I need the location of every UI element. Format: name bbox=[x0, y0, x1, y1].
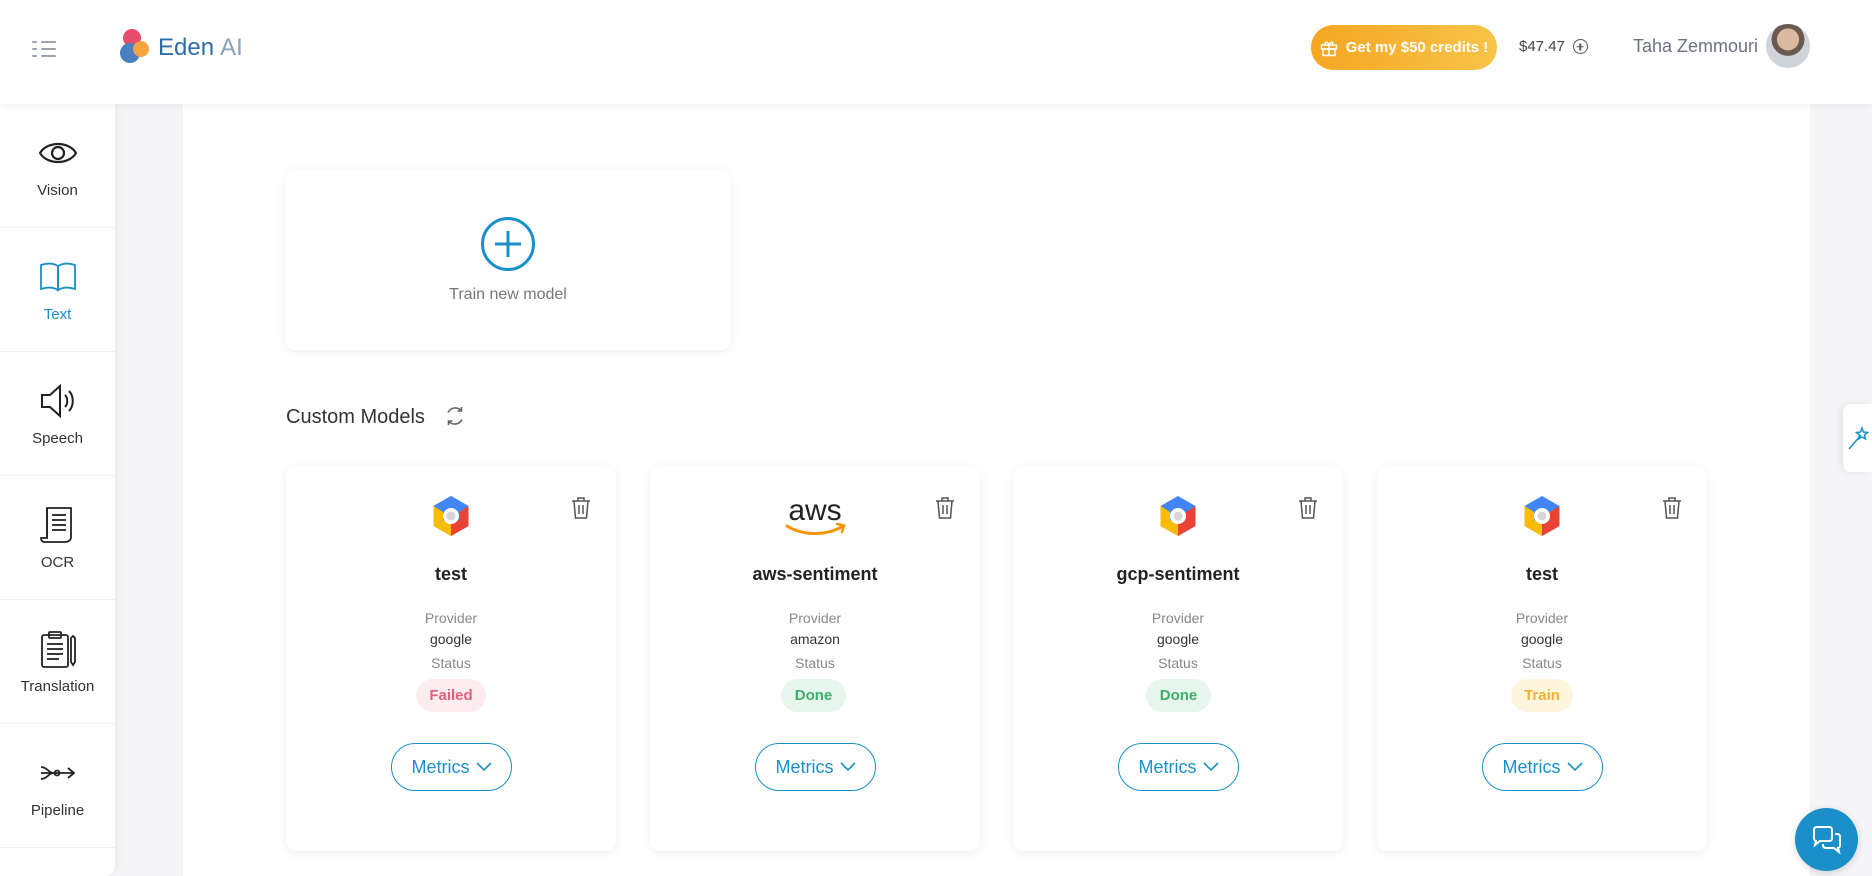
sidebar-item-text[interactable]: Text bbox=[0, 228, 115, 352]
plus-circle-icon bbox=[481, 217, 535, 271]
metrics-button[interactable]: Metrics bbox=[755, 743, 876, 791]
sidebar-item-label: Speech bbox=[32, 430, 83, 447]
top-header: Eden AI Get my $50 credits ! $47.47 Taha … bbox=[0, 0, 1872, 104]
custom-models-title: Custom Models bbox=[286, 406, 425, 428]
logo-suffix: AI bbox=[220, 34, 243, 61]
metrics-label: Metrics bbox=[411, 756, 470, 777]
menu-toggle-icon[interactable] bbox=[32, 38, 60, 60]
eye-icon bbox=[38, 142, 77, 164]
provider-value: google bbox=[429, 631, 473, 647]
model-card: aws aws-sentiment Provider amazon Status… bbox=[650, 466, 980, 851]
provider-label: Provider bbox=[788, 610, 842, 626]
status-label: Status bbox=[1522, 655, 1562, 671]
delete-icon[interactable] bbox=[1662, 496, 1682, 520]
add-credits-icon[interactable] bbox=[1572, 39, 1588, 54]
sidebar-item-label: Translation bbox=[20, 678, 95, 695]
provider-value: google bbox=[1520, 631, 1564, 647]
refresh-icon[interactable] bbox=[443, 404, 467, 428]
balance-display: $47.47 bbox=[1519, 38, 1588, 55]
magic-wand-tab[interactable] bbox=[1843, 404, 1872, 472]
model-name: gcp-sentiment bbox=[1116, 564, 1240, 584]
provider-value: amazon bbox=[790, 631, 840, 647]
status-label: Status bbox=[1158, 655, 1198, 671]
get-credits-label: Get my $50 credits ! bbox=[1345, 39, 1489, 56]
avatar[interactable] bbox=[1766, 24, 1810, 68]
book-icon bbox=[39, 262, 76, 292]
train-new-model-label: Train new model bbox=[449, 286, 567, 303]
metrics-label: Metrics bbox=[1138, 756, 1197, 777]
delete-icon[interactable] bbox=[935, 496, 955, 520]
chat-button[interactable] bbox=[1795, 808, 1858, 871]
sidebar-item-pipeline[interactable]: Pipeline bbox=[0, 724, 115, 848]
speaker-icon bbox=[40, 383, 74, 419]
sidebar-item-speech[interactable]: Speech bbox=[0, 352, 115, 476]
status-badge: Train bbox=[1511, 679, 1573, 712]
metrics-button[interactable]: Metrics bbox=[391, 743, 512, 791]
chevron-down-icon bbox=[1202, 762, 1219, 772]
sidebar-item-label: OCR bbox=[40, 554, 75, 571]
delete-icon[interactable] bbox=[1298, 496, 1318, 520]
clipboard-icon bbox=[40, 631, 76, 668]
eden-ai-logo[interactable]: Eden AI bbox=[120, 28, 243, 68]
sidebar-item-label: Pipeline bbox=[30, 802, 85, 819]
status-label: Status bbox=[795, 655, 835, 671]
aws-logo-text: aws bbox=[788, 494, 841, 527]
logo-text: Eden bbox=[158, 34, 215, 61]
model-name: aws-sentiment bbox=[752, 564, 878, 584]
status-badge: Done bbox=[1146, 679, 1211, 712]
chevron-down-icon bbox=[1566, 762, 1583, 772]
metrics-button[interactable]: Metrics bbox=[1118, 743, 1239, 791]
chevron-down-icon bbox=[475, 762, 492, 772]
pipeline-icon bbox=[40, 766, 75, 780]
google-cloud-icon bbox=[433, 496, 469, 536]
metrics-label: Metrics bbox=[1502, 756, 1561, 777]
sidebar-item-label: Text bbox=[43, 306, 72, 323]
magic-wand-icon bbox=[1847, 425, 1869, 450]
user-name[interactable]: Taha Zemmouri bbox=[1633, 36, 1758, 57]
scroll-icon bbox=[39, 507, 72, 543]
sidebar-item-ocr[interactable]: OCR bbox=[0, 476, 115, 600]
model-name: test bbox=[434, 564, 467, 584]
provider-label: Provider bbox=[1151, 610, 1205, 626]
train-new-model-card[interactable] bbox=[285, 169, 731, 350]
model-card: gcp-sentiment Provider google Status Don… bbox=[1013, 466, 1343, 851]
delete-icon[interactable] bbox=[571, 496, 591, 520]
sidebar-item-translation[interactable]: Translation bbox=[0, 600, 115, 724]
balance-value: $47.47 bbox=[1519, 38, 1565, 55]
provider-label: Provider bbox=[424, 610, 478, 626]
model-card: test Provider google Status Train Metric… bbox=[1377, 466, 1707, 851]
aws-logo-icon: aws bbox=[785, 494, 846, 535]
status-label: Status bbox=[431, 655, 471, 671]
sidebar-item-vision[interactable]: Vision bbox=[0, 104, 115, 228]
status-badge: Failed bbox=[416, 679, 486, 712]
provider-value: google bbox=[1156, 631, 1200, 647]
eden-logo-icon bbox=[120, 29, 152, 67]
metrics-button[interactable]: Metrics bbox=[1482, 743, 1603, 791]
status-badge: Done bbox=[781, 679, 846, 712]
chat-icon bbox=[1812, 825, 1841, 855]
model-name: test bbox=[1525, 564, 1558, 584]
sidebar-item-label: Vision bbox=[37, 182, 78, 199]
gift-icon bbox=[1320, 40, 1337, 56]
get-credits-button[interactable]: Get my $50 credits ! bbox=[1311, 25, 1497, 70]
chevron-down-icon bbox=[839, 762, 856, 772]
google-cloud-icon bbox=[1524, 496, 1560, 536]
provider-label: Provider bbox=[1515, 610, 1569, 626]
sidebar: Vision Text Speech OCR Translation Pipel… bbox=[0, 104, 115, 876]
metrics-label: Metrics bbox=[775, 756, 834, 777]
google-cloud-icon bbox=[1160, 496, 1196, 536]
model-card: test Provider google Status Failed Metri… bbox=[286, 466, 616, 851]
